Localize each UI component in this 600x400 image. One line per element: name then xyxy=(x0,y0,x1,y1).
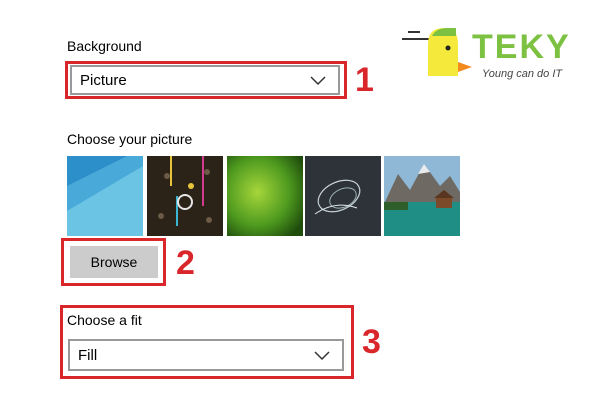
callout-box-1 xyxy=(65,61,347,99)
teky-logo-wordmark: TEKY xyxy=(472,28,571,66)
background-label: Background xyxy=(67,38,142,54)
teky-logo: TEKY Young can do IT xyxy=(402,22,582,92)
callout-box-2 xyxy=(61,238,166,286)
callout-box-3 xyxy=(60,305,354,379)
callout-number-1: 1 xyxy=(355,61,374,99)
callout-number-2: 2 xyxy=(176,244,195,282)
choose-picture-label: Choose your picture xyxy=(67,131,193,147)
picture-thumbnail-3[interactable] xyxy=(227,156,303,236)
picture-thumbnail-4[interactable] xyxy=(305,156,381,236)
teky-logo-tagline: Young can do IT xyxy=(482,68,563,80)
callout-number-3: 3 xyxy=(362,323,381,361)
picture-thumbnail-2[interactable] xyxy=(147,156,223,236)
picture-thumbnail-1[interactable] xyxy=(67,156,143,236)
picture-thumbnail-5[interactable] xyxy=(384,156,460,236)
